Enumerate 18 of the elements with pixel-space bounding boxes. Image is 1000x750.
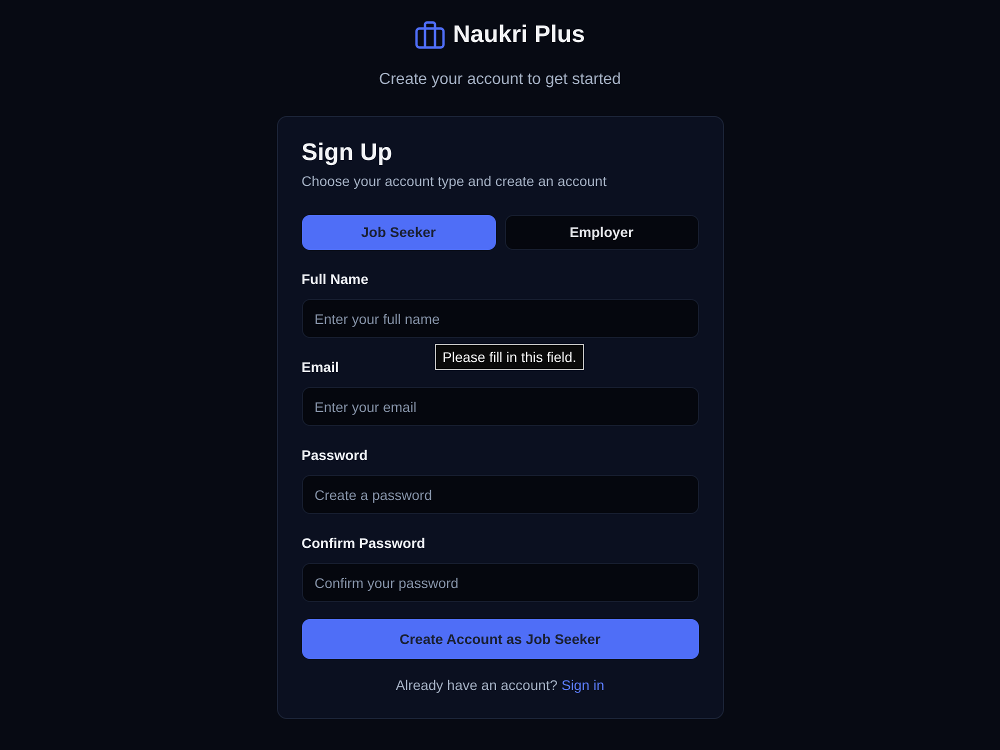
brand-name: Naukri Plus: [452, 20, 586, 49]
card-subtitle: Choose your account type and create an account: [302, 173, 607, 189]
input-field[interactable]: Enter your full name: [302, 299, 698, 338]
input-field[interactable]: Create a password: [302, 475, 698, 514]
tagline: Create your account to get started: [379, 71, 621, 88]
field-label: Confirm Password: [302, 534, 426, 553]
account-type-tab[interactable]: Employer: [504, 215, 698, 250]
signin-prompt: Already have an account?: [396, 677, 558, 693]
input-field[interactable]: Confirm your password: [302, 563, 698, 602]
briefcase-icon: [414, 20, 445, 48]
field-label: Full Name: [302, 270, 370, 289]
account-type-tab[interactable]: Job Seeker: [302, 215, 496, 250]
field-label: Password: [302, 446, 369, 465]
create-account-button[interactable]: Create Account as Job Seeker: [302, 619, 698, 659]
validation-tooltip: Please fill in this field.: [434, 344, 584, 370]
input-field[interactable]: Enter your email: [302, 387, 698, 426]
card-title: Sign Up: [302, 139, 392, 166]
sign-in-link[interactable]: Sign in: [561, 677, 604, 693]
